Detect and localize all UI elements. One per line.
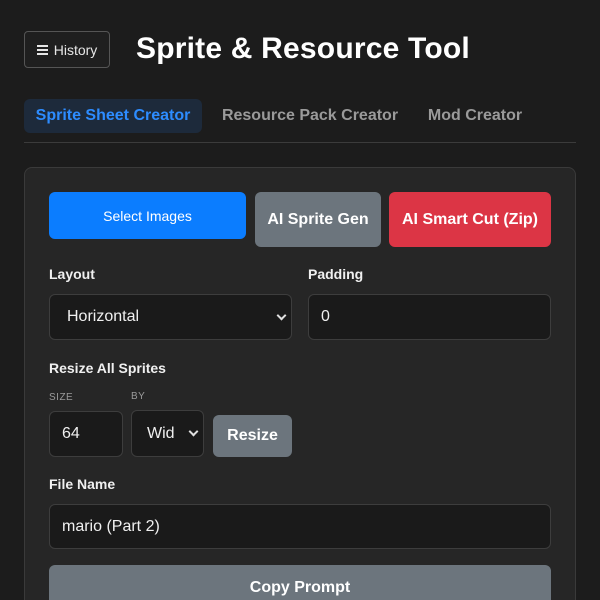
chevron-down-icon [276,310,287,321]
padding-input[interactable]: 0 [308,294,551,340]
size-input[interactable]: 64 [49,411,123,457]
by-label: BY [131,391,146,402]
tab-bar: Sprite Sheet Creator Resource Pack Creat… [24,99,576,143]
tab-mod-creator[interactable]: Mod Creator [422,99,528,133]
file-name-label: File Name [49,476,116,492]
size-label: SIZE [49,392,74,403]
history-button[interactable]: History [24,31,110,68]
resize-label: Resize All Sprites [49,360,166,376]
resize-button[interactable]: Resize [213,415,292,457]
file-name-input[interactable]: mario (Part 2) [49,504,551,549]
resize-by-value: Wid [147,424,175,442]
resize-by-select[interactable]: Wid [131,410,204,457]
history-label: History [53,41,98,58]
layout-select[interactable]: Horizontal [49,294,292,340]
layout-value: Horizontal [67,308,140,325]
select-images-button[interactable]: Select Images [49,192,246,239]
chevron-down-icon [188,426,199,437]
ai-smart-cut-button[interactable]: AI Smart Cut (Zip) [389,192,551,247]
layout-label: Layout [49,266,95,282]
tab-sprite-sheet-creator[interactable]: Sprite Sheet Creator [24,99,202,133]
menu-icon [36,44,48,55]
ai-sprite-gen-button[interactable]: AI Sprite Gen [255,192,381,247]
copy-prompt-button[interactable]: Copy Prompt [49,565,551,600]
sprite-sheet-panel: Select Images AI Sprite Gen AI Smart Cut… [24,167,576,600]
tab-resource-pack-creator[interactable]: Resource Pack Creator [220,99,400,133]
page-title: Sprite & Resource Tool [136,32,470,65]
padding-label: Padding [308,266,364,282]
